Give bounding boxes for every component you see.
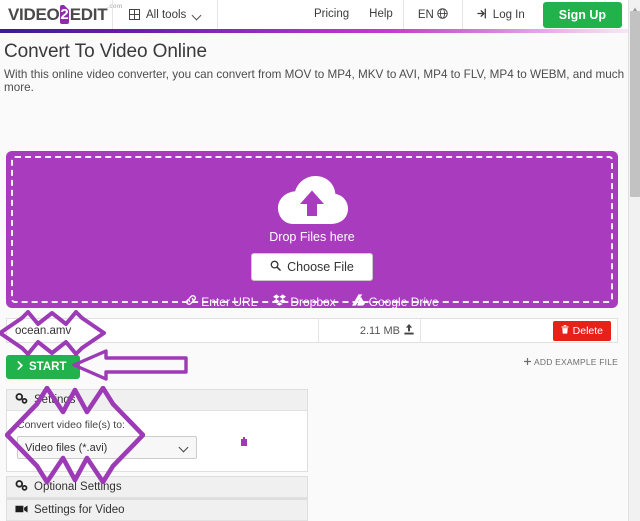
delete-file-button[interactable]: Delete xyxy=(552,320,611,341)
convert-format-label: Convert video file(s) to: xyxy=(17,419,125,431)
file-dropzone[interactable]: Drop Files here Choose File Enter URL Dr… xyxy=(6,151,618,309)
delete-label: Delete xyxy=(572,324,603,337)
settings-panel-header[interactable]: Settings xyxy=(7,390,307,411)
site-header: VIDEO 2 EDIT .com All tools Pricing Help… xyxy=(0,0,628,29)
scrollbar-thumb[interactable] xyxy=(630,11,640,197)
header-gradient-rule xyxy=(0,29,628,33)
page-scrollbar[interactable] xyxy=(628,0,640,521)
login-button[interactable]: Log In xyxy=(463,0,537,29)
nav-help[interactable]: Help xyxy=(359,0,403,29)
video-camera-icon xyxy=(15,504,28,517)
dropbox-label: Dropbox xyxy=(290,294,336,309)
login-icon xyxy=(477,7,489,22)
logo[interactable]: VIDEO 2 EDIT .com xyxy=(0,0,122,29)
dropbox-icon xyxy=(273,294,287,309)
dropzone-label: Drop Files here xyxy=(269,230,355,244)
settings-panel: Settings Convert video file(s) to: Video… xyxy=(6,389,308,472)
google-drive-icon xyxy=(351,294,365,309)
enter-url-label: Enter URL xyxy=(201,294,258,309)
video-settings-header[interactable]: Settings for Video xyxy=(7,500,307,521)
choose-file-label: Choose File xyxy=(287,260,354,274)
signup-button[interactable]: Sign Up xyxy=(542,1,622,28)
nav-all-tools-label: All tools xyxy=(146,8,187,21)
header-divider-2 xyxy=(217,0,219,29)
login-label: Log In xyxy=(492,8,525,21)
output-format-select[interactable]: Video files (*.avi) xyxy=(17,436,197,459)
optional-settings-header[interactable]: Optional Settings xyxy=(7,477,307,498)
page-subtitle: With this online video converter, you ca… xyxy=(4,68,625,94)
globe-icon xyxy=(437,7,448,22)
language-label: EN xyxy=(417,8,434,21)
plus-icon xyxy=(523,357,532,367)
logo-badge-2: 2 xyxy=(60,5,70,24)
logo-text-video: VIDEO xyxy=(8,5,60,24)
uploaded-file-row: ocean.amv 2.11 MB Delete xyxy=(6,318,618,343)
logo-text-edit: EDIT xyxy=(69,5,108,24)
file-size-cell: 2.11 MB xyxy=(319,319,421,342)
start-button[interactable]: START xyxy=(6,355,81,379)
add-example-file-button[interactable]: ADD EXAMPLE FILE xyxy=(523,357,618,367)
nav-all-tools[interactable]: All tools xyxy=(113,0,217,29)
scroll-up-arrow-icon[interactable] xyxy=(631,1,639,13)
chevron-down-icon xyxy=(193,12,201,17)
add-example-label: ADD EXAMPLE FILE xyxy=(534,357,618,367)
header-nav-right: Pricing Help EN Log In Sign Up xyxy=(304,0,628,29)
cloud-upload-icon xyxy=(269,171,355,227)
settings-panel-title: Settings xyxy=(34,394,76,406)
file-actions-cell: Delete xyxy=(421,319,617,342)
gears-icon xyxy=(15,393,28,407)
grid-icon xyxy=(129,9,140,20)
chevron-down-icon xyxy=(178,442,189,453)
dropzone-source-links: Enter URL Dropbox Google Drive xyxy=(185,294,439,309)
file-name-cell: ocean.amv xyxy=(7,319,319,342)
dropbox-link[interactable]: Dropbox xyxy=(273,294,336,309)
google-drive-label: Google Drive xyxy=(368,294,439,309)
language-selector[interactable]: EN xyxy=(404,0,462,29)
chevron-right-icon xyxy=(17,361,24,373)
upload-icon xyxy=(404,323,414,338)
gears-icon xyxy=(15,480,28,494)
dropzone-content: Drop Files here Choose File Enter URL Dr… xyxy=(6,151,618,309)
optional-settings-panel[interactable]: Optional Settings xyxy=(6,476,308,499)
output-format-value: Video files (*.avi) xyxy=(25,441,108,454)
start-label: START xyxy=(29,361,67,373)
enter-url-link[interactable]: Enter URL xyxy=(185,294,257,309)
choose-file-button[interactable]: Choose File xyxy=(251,253,373,281)
google-drive-link[interactable]: Google Drive xyxy=(351,294,439,309)
page-root: VIDEO 2 EDIT .com All tools Pricing Help… xyxy=(0,0,640,521)
annotation-arrow-start xyxy=(72,349,188,381)
optional-settings-title: Optional Settings xyxy=(34,481,122,493)
video-settings-title: Settings for Video xyxy=(34,504,125,516)
file-size-label: 2.11 MB xyxy=(359,324,400,337)
page-title: Convert To Video Online xyxy=(4,41,207,62)
video-settings-panel[interactable]: Settings for Video xyxy=(6,499,308,521)
trash-icon xyxy=(561,324,569,337)
link-icon xyxy=(185,294,197,309)
search-icon xyxy=(270,260,281,274)
nav-pricing[interactable]: Pricing xyxy=(304,0,359,29)
settings-panel-body: Convert video file(s) to: Video files (*… xyxy=(7,411,307,471)
